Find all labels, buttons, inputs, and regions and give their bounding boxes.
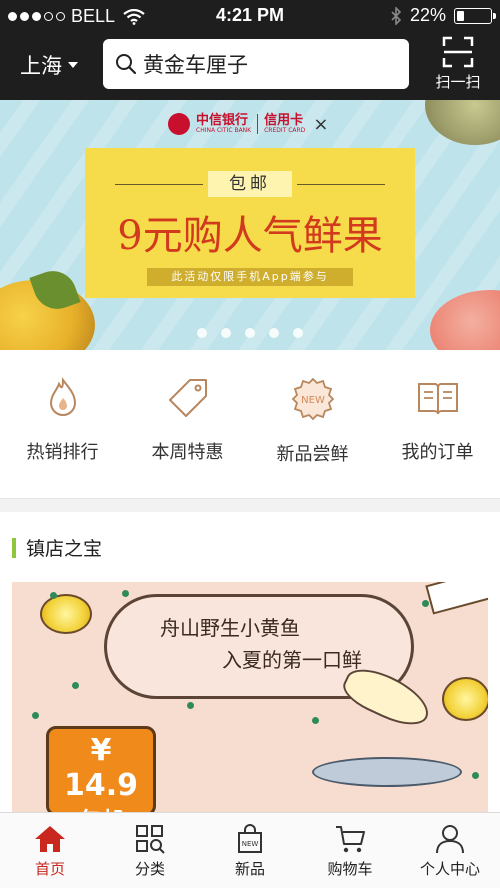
bluetooth-icon	[391, 6, 402, 25]
section-divider	[0, 498, 500, 512]
book-icon	[417, 383, 458, 415]
cart-icon	[336, 826, 365, 853]
tab-new[interactable]: NEW 新品	[200, 813, 300, 888]
cross-mark: ×	[313, 113, 329, 135]
lemon-slice-image	[442, 677, 488, 721]
scan-button[interactable]: 扫一扫	[428, 36, 488, 92]
price-tag: ¥ 14.9 包邮	[46, 726, 156, 812]
battery-icon	[454, 7, 496, 24]
corner-label-decoration	[425, 582, 488, 615]
promo-note: 此活动仅限手机App端参与	[147, 268, 353, 286]
tab-label: 首页	[34, 860, 65, 878]
pager-dot[interactable]	[245, 328, 255, 338]
home-icon	[35, 826, 65, 852]
category-label: 热销排行	[26, 442, 99, 463]
user-icon	[436, 825, 464, 854]
lemon-slice-image	[40, 594, 92, 634]
battery-level	[457, 10, 465, 21]
bank-logo: 中信银行 CHINA CITIC BANK 信用卡 CREDIT CARD ×	[168, 113, 328, 135]
pager-dot[interactable]	[269, 328, 279, 338]
svg-text:NEW: NEW	[242, 840, 259, 848]
battery-percent: 22%	[409, 5, 446, 25]
category-weekly-deals[interactable]: 本周特惠	[125, 350, 250, 498]
category-row: 热销排行 本周特惠 NEW 新品尝鲜 我的订单	[0, 350, 500, 498]
promo-headline: 舟山野生小黄鱼	[160, 616, 300, 640]
category-grid-icon	[136, 825, 165, 854]
card-label: 信用卡	[264, 113, 304, 129]
promo-subheadline: 入夏的第一口鲜	[222, 648, 362, 672]
featured-product-banner[interactable]: 舟山野生小黄鱼 入夏的第一口鲜 ¥ 14.9 包邮	[12, 582, 488, 812]
price-note: 包邮	[49, 803, 153, 812]
category-hot-sales[interactable]: 热销排行	[0, 350, 125, 498]
tab-label: 个人中心	[419, 860, 480, 878]
city-name: 上海	[20, 54, 62, 78]
plate-image	[312, 757, 462, 787]
caret-down-icon	[68, 62, 78, 68]
pager-dot[interactable]	[221, 328, 231, 338]
search-input[interactable]	[143, 52, 393, 76]
category-label: 新品尝鲜	[276, 444, 349, 465]
price-tag-icon	[168, 379, 207, 417]
new-bag-icon: NEW	[238, 824, 262, 853]
flame-icon	[49, 377, 76, 416]
section-title: 镇店之宝	[12, 534, 102, 561]
search-box[interactable]	[103, 39, 409, 89]
promo-card: 包邮 9元购人气鲜果 此活动仅限手机App端参与	[85, 148, 415, 298]
tab-label: 新品	[234, 860, 265, 878]
header: 上海 扫一扫	[0, 30, 500, 100]
tab-category[interactable]: 分类	[100, 813, 200, 888]
carousel-pager[interactable]	[0, 328, 500, 338]
tab-cart[interactable]: 购物车	[300, 813, 400, 888]
citic-logo-icon	[168, 113, 190, 135]
bottom-tab-bar: 首页 分类 NEW 新品 购物车 个人中心	[0, 812, 500, 888]
status-bar: BELL 4:21 PM 22%	[0, 0, 500, 30]
scan-icon	[442, 36, 474, 68]
search-icon	[116, 54, 137, 75]
card-label-en: CREDIT CARD	[264, 126, 306, 134]
pager-dot[interactable]	[293, 328, 303, 338]
pager-dot[interactable]	[197, 328, 207, 338]
free-shipping-tag: 包邮	[208, 171, 292, 197]
category-label: 我的订单	[401, 442, 474, 463]
category-my-orders[interactable]: 我的订单	[375, 350, 500, 498]
tab-label: 分类	[134, 860, 165, 878]
svg-text:NEW: NEW	[301, 395, 325, 406]
category-new-products[interactable]: NEW 新品尝鲜	[250, 350, 375, 498]
promo-title: 9元购人气鲜果	[117, 213, 383, 259]
section-title-text: 镇店之宝	[26, 538, 103, 560]
bank-name-en: CHINA CITIC BANK	[196, 126, 252, 134]
section-accent-bar	[12, 537, 16, 558]
city-selector[interactable]: 上海	[20, 50, 78, 80]
price-value: ¥ 14.9	[63, 733, 139, 803]
category-label: 本周特惠	[151, 442, 224, 463]
tab-label: 购物车	[327, 860, 373, 878]
scan-label: 扫一扫	[435, 73, 481, 91]
tab-profile[interactable]: 个人中心	[400, 813, 500, 888]
bank-name: 中信银行	[196, 113, 249, 129]
tab-home[interactable]: 首页	[0, 813, 100, 888]
new-badge-icon: NEW	[291, 377, 334, 421]
promo-banner[interactable]: 中信银行 CHINA CITIC BANK 信用卡 CREDIT CARD × …	[0, 100, 500, 350]
